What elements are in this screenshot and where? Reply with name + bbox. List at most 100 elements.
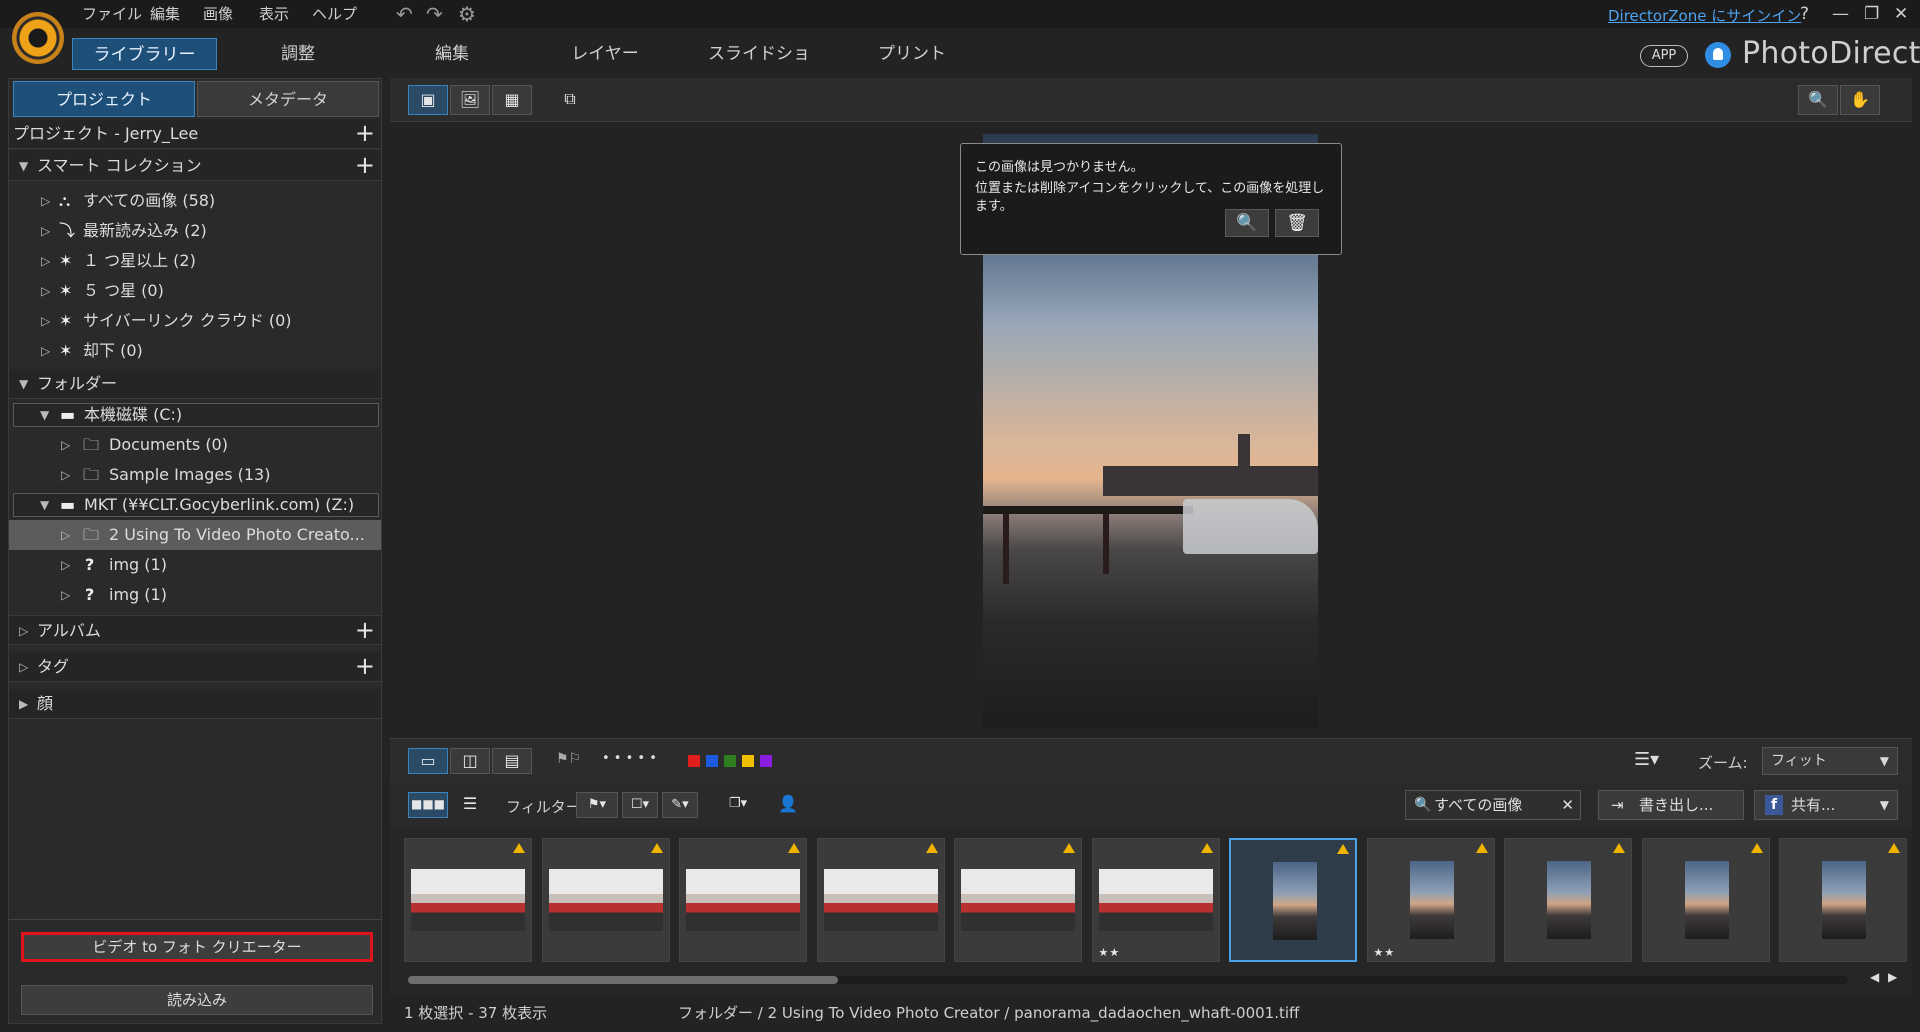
- folder-header[interactable]: ▼ フォルダー: [9, 369, 381, 399]
- flag-filter-icon[interactable]: ⚑▾: [576, 792, 618, 818]
- hand-tool-icon[interactable]: ✋: [1840, 85, 1880, 115]
- edit-filter-icon[interactable]: ✎▾: [662, 792, 698, 818]
- drive-z[interactable]: ▼ ▬ MKT (¥¥CLT.Gocyberlink.com) (Z:): [13, 493, 379, 517]
- add-tag-icon[interactable]: +: [355, 652, 375, 680]
- expand-arrow-icon[interactable]: ▷: [61, 430, 70, 460]
- app-button[interactable]: APP: [1640, 45, 1688, 67]
- second-display-icon[interactable]: ⧉: [550, 85, 590, 115]
- tag-header[interactable]: ▷ タグ +: [9, 652, 381, 682]
- smart-item-rejected[interactable]: ▷ ✶ 却下 (0): [9, 336, 381, 366]
- folder-img-1[interactable]: ▷ ? img (1): [9, 550, 381, 580]
- add-project-icon[interactable]: +: [355, 119, 375, 147]
- share-button[interactable]: f 共有... ▼: [1754, 790, 1898, 820]
- menu-image[interactable]: 画像: [203, 3, 233, 24]
- tab-metadata[interactable]: メタデータ: [197, 81, 379, 117]
- color-label-red[interactable]: [688, 755, 700, 767]
- filmstrip-thumbnail[interactable]: [1504, 838, 1632, 962]
- expand-arrow-icon[interactable]: ▷: [41, 186, 50, 216]
- chevron-down-icon[interactable]: ▼: [1880, 791, 1889, 819]
- search-field[interactable]: 🔍 すべての画像 ✕: [1405, 790, 1581, 820]
- delete-trash-icon[interactable]: 🗑: [1275, 209, 1319, 237]
- image-view-icon[interactable]: 🖼: [450, 85, 490, 115]
- expand-arrow-icon[interactable]: ▶: [19, 689, 28, 719]
- directorzone-signin-link[interactable]: DirectorZone にサインイン: [1608, 5, 1801, 26]
- scrollbar-thumb[interactable]: [408, 976, 838, 984]
- filmstrip-thumbnail[interactable]: [679, 838, 807, 962]
- add-smart-collection-icon[interactable]: +: [355, 151, 375, 179]
- flag-icon[interactable]: ⚑⚐: [556, 751, 581, 767]
- zoom-select[interactable]: フィット ▼: [1762, 747, 1898, 775]
- collapse-arrow-icon[interactable]: ▼: [40, 494, 49, 516]
- filmstrip-thumbnail[interactable]: ★★: [1366, 838, 1495, 962]
- minimize-button[interactable]: —: [1832, 4, 1849, 24]
- project-row[interactable]: プロジェクト - Jerry_Lee +: [9, 119, 381, 149]
- album-header[interactable]: ▷ アルバム +: [9, 615, 381, 645]
- tab-layers[interactable]: レイヤー: [560, 38, 650, 70]
- grid-view-icon[interactable]: ▦: [492, 85, 532, 115]
- expand-arrow-icon[interactable]: ▷: [61, 460, 70, 490]
- scroll-left-icon[interactable]: ◀: [1870, 970, 1879, 984]
- smart-item-five-star[interactable]: ▷ ✶ ５ つ星 (0): [9, 276, 381, 306]
- smart-collection-header[interactable]: ▼ スマート コレクション +: [9, 151, 381, 181]
- color-label-purple[interactable]: [760, 755, 772, 767]
- undo-icon[interactable]: ↶: [396, 4, 413, 24]
- add-album-icon[interactable]: +: [355, 616, 375, 644]
- color-label-blue[interactable]: [706, 755, 718, 767]
- filmstrip-thumbnail[interactable]: [954, 838, 1082, 962]
- expand-arrow-icon[interactable]: ▷: [61, 580, 70, 610]
- restore-button[interactable]: ❐: [1864, 4, 1879, 24]
- rating-filter-icon[interactable]: ☐▾: [622, 792, 658, 818]
- tab-library[interactable]: ライブラリー: [72, 38, 217, 70]
- expand-arrow-icon[interactable]: ▷: [41, 276, 50, 306]
- expand-arrow-icon[interactable]: ▷: [41, 246, 50, 276]
- multi-view-icon[interactable]: ▤: [492, 748, 532, 774]
- filmstrip-thumbnail[interactable]: [404, 838, 532, 962]
- tab-edit[interactable]: 編集: [412, 38, 492, 70]
- video-to-photo-creator-button[interactable]: ビデオ to フォト クリエーター: [21, 932, 373, 962]
- expand-arrow-icon[interactable]: ▷: [19, 652, 28, 682]
- rating-dots[interactable]: • • • • •: [602, 751, 657, 766]
- menu-edit[interactable]: 編集: [150, 3, 180, 24]
- expand-arrow-icon[interactable]: ▷: [41, 216, 50, 246]
- expand-arrow-icon[interactable]: ▷: [41, 306, 50, 336]
- color-label-green[interactable]: [724, 755, 736, 767]
- face-header[interactable]: ▶ 顔: [9, 689, 381, 719]
- filmstrip-scrollbar[interactable]: [408, 976, 1848, 984]
- color-label-yellow[interactable]: [742, 755, 754, 767]
- expand-arrow-icon[interactable]: ▷: [19, 616, 28, 646]
- help-button[interactable]: ?: [1800, 4, 1809, 24]
- redo-icon[interactable]: ↷: [426, 4, 443, 24]
- sort-menu-icon[interactable]: ☰▾: [1634, 749, 1659, 770]
- thumbnail-view-icon[interactable]: ■■■: [408, 792, 448, 818]
- tab-adjust[interactable]: 調整: [258, 38, 338, 70]
- import-button[interactable]: 読み込み: [21, 985, 373, 1015]
- tab-slideshow[interactable]: スライドショー: [704, 38, 814, 96]
- smart-item-cloud[interactable]: ▷ ✶ サイバーリンク クラウド (0): [9, 306, 381, 336]
- notification-bell-icon[interactable]: [1705, 42, 1731, 68]
- folder-video-photo-creator[interactable]: ▷ 🗀 2 Using To Video Photo Creato...: [9, 520, 381, 550]
- scroll-right-icon[interactable]: ▶: [1888, 970, 1897, 984]
- filmstrip-thumbnail[interactable]: [541, 838, 670, 962]
- zoom-tool-icon[interactable]: 🔍: [1798, 85, 1838, 115]
- folder-img-2[interactable]: ▷ ? img (1): [9, 580, 381, 610]
- filmstrip-thumbnail[interactable]: [1229, 838, 1357, 962]
- single-view-icon[interactable]: ▭: [408, 748, 448, 774]
- expand-arrow-icon[interactable]: ▷: [61, 520, 70, 550]
- compare-view-icon[interactable]: ◫: [450, 748, 490, 774]
- expand-arrow-icon[interactable]: ▷: [41, 336, 50, 366]
- menu-file[interactable]: ファイル: [82, 3, 142, 24]
- collapse-arrow-icon[interactable]: ▼: [40, 404, 49, 426]
- tab-print[interactable]: プリント: [872, 38, 952, 70]
- folder-sample-images[interactable]: ▷ 🗀 Sample Images (13): [9, 460, 381, 490]
- filmstrip-thumbnail[interactable]: ★★: [1091, 838, 1220, 962]
- collapse-arrow-icon[interactable]: ▼: [19, 369, 28, 399]
- close-button[interactable]: ✕: [1894, 4, 1908, 24]
- locate-search-icon[interactable]: 🔍: [1225, 209, 1269, 237]
- clear-search-icon[interactable]: ✕: [1561, 791, 1574, 819]
- tab-project[interactable]: プロジェクト: [13, 81, 195, 117]
- filmstrip-thumbnail[interactable]: [1779, 838, 1907, 962]
- menu-view[interactable]: 表示: [259, 3, 289, 24]
- filmstrip-thumbnail[interactable]: [1641, 838, 1770, 962]
- list-view-icon[interactable]: ☰: [450, 792, 490, 818]
- expand-arrow-icon[interactable]: ▷: [61, 550, 70, 580]
